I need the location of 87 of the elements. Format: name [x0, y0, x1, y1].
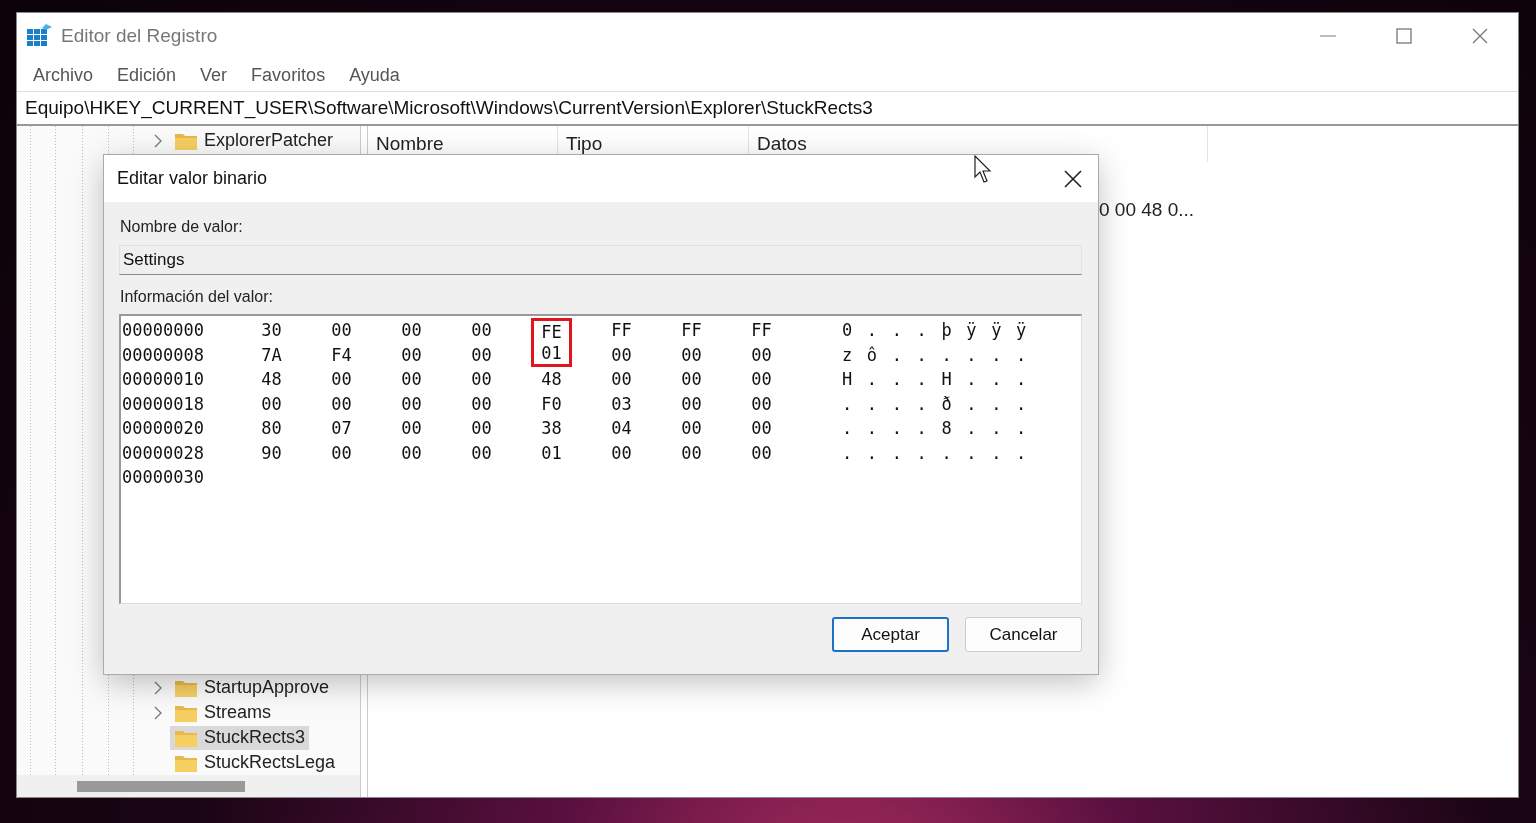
hex-byte[interactable]: 01: [531, 440, 572, 465]
hex-byte[interactable]: 00: [741, 416, 782, 441]
menu-item[interactable]: Archivo: [21, 64, 106, 86]
registry-icon: [27, 24, 53, 48]
hex-byte[interactable]: 00: [461, 416, 502, 441]
hex-byte[interactable]: 00: [391, 391, 432, 416]
hex-byte[interactable]: 04: [601, 416, 642, 441]
menu-item[interactable]: Ayuda: [337, 64, 412, 86]
hex-byte[interactable]: 00: [321, 391, 362, 416]
hex-byte[interactable]: 00: [461, 342, 502, 367]
chevron-icon[interactable]: [153, 705, 163, 720]
hex-byte[interactable]: 00: [391, 416, 432, 441]
chevron-icon[interactable]: [153, 680, 163, 695]
hex-byte[interactable]: 7A: [251, 342, 292, 367]
hex-byte[interactable]: 00: [321, 440, 362, 465]
hex-offset: 00000010: [121, 368, 205, 392]
hex-ascii: H . . . H . . .: [841, 368, 1030, 392]
hex-byte[interactable]: 00: [321, 367, 362, 392]
hex-byte[interactable]: FF: [671, 318, 712, 343]
menu-item[interactable]: Favoritos: [239, 64, 338, 86]
hex-byte[interactable]: 07: [321, 416, 362, 441]
hex-byte[interactable]: 00: [391, 440, 432, 465]
hex-byte[interactable]: FF: [741, 318, 782, 343]
hex-byte[interactable]: 00: [601, 342, 642, 367]
tree-item[interactable]: StartupApprove: [170, 675, 334, 700]
hex-ascii: z ô . . . . . .: [841, 343, 1030, 367]
hex-byte[interactable]: 48: [531, 367, 572, 392]
hex-ascii: . . . . ð . . .: [841, 392, 1030, 416]
hex-byte[interactable]: 00: [461, 440, 502, 465]
hex-byte[interactable]: 80: [251, 416, 292, 441]
hex-offset: 00000008: [121, 343, 205, 367]
window-title: Editor del Registro: [61, 25, 218, 47]
hex-byte[interactable]: 00: [461, 367, 502, 392]
scrollbar-thumb[interactable]: [77, 780, 245, 792]
hex-ascii: . . . . 8 . . .: [841, 417, 1030, 441]
hex-byte[interactable]: F0: [531, 391, 572, 416]
hex-byte[interactable]: 00: [601, 367, 642, 392]
hex-byte[interactable]: F4: [321, 342, 362, 367]
hex-byte[interactable]: 48: [251, 367, 292, 392]
hex-ascii: 0 . . . þ ÿ ÿ ÿ: [841, 319, 1030, 343]
hex-byte[interactable]: 90: [251, 440, 292, 465]
ok-button[interactable]: Aceptar: [832, 617, 949, 652]
field-label: Información del valor:: [120, 288, 274, 306]
hex-byte[interactable]: 00: [741, 342, 782, 367]
hex-byte[interactable]: 00: [671, 391, 712, 416]
hex-byte[interactable]: 00: [461, 318, 502, 343]
hex-editor[interactable]: [119, 314, 1082, 604]
menu-item[interactable]: Ver: [188, 64, 240, 86]
hex-byte[interactable]: FF: [601, 318, 642, 343]
hex-byte[interactable]: 00: [251, 391, 292, 416]
hex-byte[interactable]: 00: [741, 367, 782, 392]
hex-byte[interactable]: 38: [531, 416, 572, 441]
hex-ascii: . . . . . . . .: [841, 441, 1030, 465]
hex-offset: 00000000: [121, 319, 205, 343]
hex-offset: 00000028: [121, 441, 205, 465]
menu-item[interactable]: Edición: [105, 64, 189, 86]
dialog-title: Editar valor binario: [117, 168, 268, 189]
value-name-field[interactable]: Settings: [119, 245, 1082, 275]
data-cell: 0 00 48 0...: [1099, 199, 1195, 221]
cancel-button[interactable]: Cancelar: [965, 617, 1082, 652]
tree-item[interactable]: StuckRectsLega: [170, 750, 340, 775]
address-bar[interactable]: Equipo\HKEY_CURRENT_USER\Software\Microsoft\Windows\CurrentVersion\Explorer\StuckRects3: [17, 91, 1518, 126]
hex-byte[interactable]: 00: [671, 367, 712, 392]
chevron-icon[interactable]: [153, 133, 163, 148]
hex-byte[interactable]: 01: [531, 342, 572, 367]
hex-offset: 00000020: [121, 417, 205, 441]
hex-offset: 00000018: [121, 392, 205, 416]
hex-offset: 00000030: [121, 466, 205, 490]
hex-byte[interactable]: 00: [671, 416, 712, 441]
hex-byte[interactable]: 03: [601, 391, 642, 416]
hex-byte[interactable]: 30: [251, 318, 292, 343]
hex-byte[interactable]: FE: [531, 318, 572, 343]
hex-byte[interactable]: 00: [741, 440, 782, 465]
hex-byte[interactable]: 00: [461, 391, 502, 416]
hex-byte[interactable]: 00: [601, 440, 642, 465]
hex-byte[interactable]: 00: [671, 440, 712, 465]
hex-byte[interactable]: 00: [391, 342, 432, 367]
hex-byte[interactable]: 00: [321, 318, 362, 343]
hex-byte[interactable]: 00: [391, 318, 432, 343]
tree-item[interactable]: ExplorerPatcher: [170, 128, 338, 153]
tree-item[interactable]: Streams: [170, 700, 276, 725]
hex-byte[interactable]: 00: [391, 367, 432, 392]
field-label: Nombre de valor:: [120, 218, 244, 236]
tree-item[interactable]: StuckRects3: [170, 725, 310, 750]
close-icon[interactable]: [1064, 169, 1082, 188]
hex-byte[interactable]: 00: [741, 391, 782, 416]
hex-byte[interactable]: 00: [671, 342, 712, 367]
